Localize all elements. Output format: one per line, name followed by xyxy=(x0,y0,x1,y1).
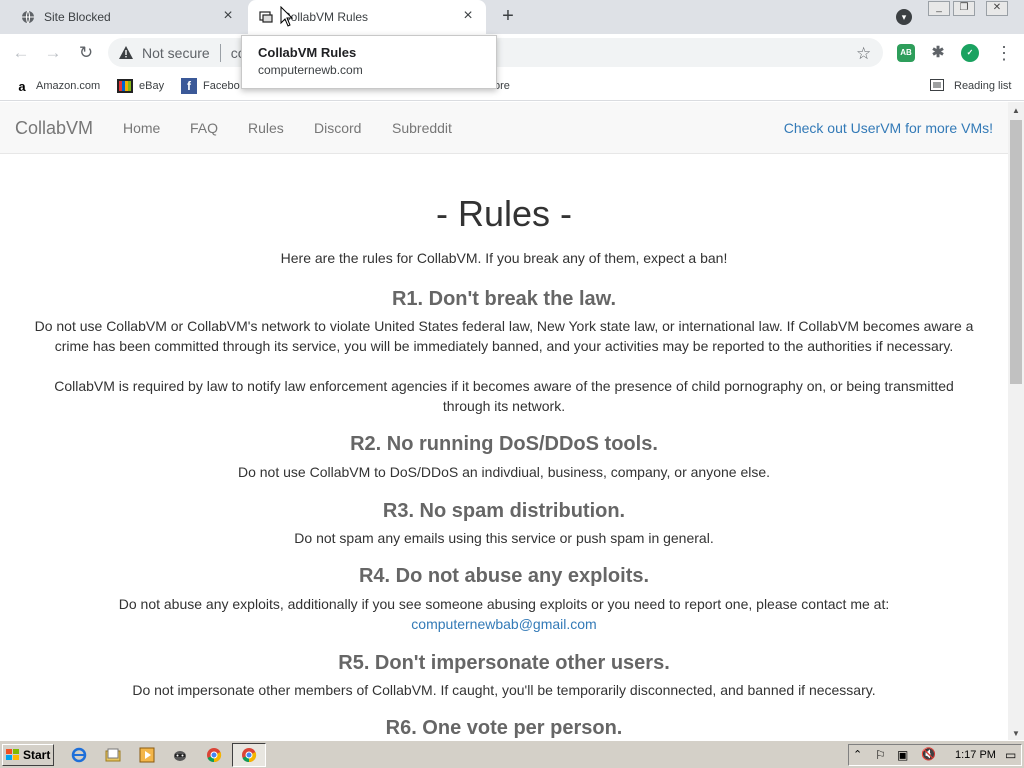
windows-taskbar: Start ⌃ ⚐ ▣ 🔇 1:17 PM ▭ xyxy=(0,740,1024,768)
extensions-puzzle-icon[interactable]: ✱ xyxy=(929,44,947,62)
close-window-button[interactable]: ✕ xyxy=(986,1,1008,16)
not-secure-label[interactable]: Not secure xyxy=(142,45,210,61)
hover-card-title: CollabVM Rules xyxy=(258,45,357,60)
tab-title: CollabVM Rules xyxy=(282,10,369,24)
tray-expand-icon[interactable]: ⌃ xyxy=(853,748,862,761)
ebay-icon xyxy=(117,78,133,94)
rule-text: Do not use CollabVM or CollabVM's networ… xyxy=(34,318,974,354)
bookmark-amazon[interactable]: a Amazon.com xyxy=(14,77,100,95)
rule-2: R2. No running DoS/DDoS tools. Do not us… xyxy=(0,431,1008,482)
site-navbar: CollabVM Home FAQ Rules Discord Subreddi… xyxy=(0,102,1008,154)
nav-discord-link[interactable]: Discord xyxy=(314,120,361,136)
mouse-cursor-icon xyxy=(280,5,294,33)
tab-strip: Site Blocked × CollabVM Rules × + ▾ _ ❐ … xyxy=(0,0,1024,34)
facebook-icon: f xyxy=(181,78,197,94)
network-icon[interactable]: ▣ xyxy=(897,748,908,762)
back-button[interactable]: ← xyxy=(10,42,32,64)
close-icon[interactable]: × xyxy=(460,8,476,25)
taskbar-active-chrome[interactable] xyxy=(232,743,266,767)
rules-intro: Here are the rules for CollabVM. If you … xyxy=(280,250,728,266)
restore-button[interactable]: ❐ xyxy=(953,1,975,16)
system-tray: ⌃ ⚐ ▣ 🔇 1:17 PM ▭ xyxy=(848,744,1022,766)
screen: Site Blocked × CollabVM Rules × + ▾ _ ❐ … xyxy=(0,0,1024,768)
close-icon[interactable]: × xyxy=(220,8,236,25)
scroll-down-icon[interactable]: ▼ xyxy=(1012,729,1020,738)
bookmark-label: eBay xyxy=(139,80,165,92)
flag-icon[interactable]: ⚐ xyxy=(875,748,886,762)
scrollbar-thumb[interactable] xyxy=(1010,120,1022,384)
reading-list-label: Reading list xyxy=(954,80,1012,92)
rules-content: - Rules - Here are the rules for CollabV… xyxy=(0,154,1008,740)
tab-title: Site Blocked xyxy=(44,10,111,24)
volume-muted-icon[interactable]: 🔇 xyxy=(921,747,936,761)
internet-explorer-icon[interactable] xyxy=(70,746,88,764)
rule-title: R5. Don't impersonate other users. xyxy=(338,652,670,674)
bookmark-label: Facebo xyxy=(203,80,240,92)
collabvm-icon xyxy=(258,9,274,25)
tab-search-icon[interactable]: ▾ xyxy=(896,9,912,25)
chrome-icon xyxy=(241,747,257,768)
rule-text: Do not impersonate other members of Coll… xyxy=(132,682,876,698)
media-player-icon[interactable] xyxy=(138,746,156,764)
minimize-button[interactable]: _ xyxy=(928,1,950,16)
rule-5: R5. Don't impersonate other users. Do no… xyxy=(0,650,1008,700)
browser-toolbar: ← → ↻ Not secure co ☆ AB ✱ ✓ ⋮ xyxy=(0,34,1024,72)
hover-card-url: computernewb.com xyxy=(258,63,363,77)
bookmark-facebook[interactable]: f Facebo xyxy=(181,77,240,95)
browser-menu-icon[interactable]: ⋮ xyxy=(995,42,1013,64)
rule-1: R1. Don't break the law. Do not use Coll… xyxy=(0,286,1008,416)
bookmark-ebay[interactable]: eBay xyxy=(117,77,164,95)
bookmark-label: Amazon.com xyxy=(36,80,101,92)
contact-email-link[interactable]: computernewbab@gmail.com xyxy=(411,616,596,632)
tab-site-blocked[interactable]: Site Blocked × xyxy=(8,0,246,34)
globe-icon xyxy=(20,9,36,25)
nav-subreddit-link[interactable]: Subreddit xyxy=(392,120,452,136)
reading-list-button[interactable]: Reading list xyxy=(930,77,1011,95)
divider xyxy=(219,43,221,62)
bookmarks-bar: a Amazon.com eBay f Facebo ore Reading l… xyxy=(0,72,1024,101)
amazon-icon: a xyxy=(18,78,26,94)
web-page: CollabVM Home FAQ Rules Discord Subreddi… xyxy=(0,102,1008,740)
reading-list-icon xyxy=(930,79,946,93)
forward-button[interactable]: → xyxy=(42,42,64,64)
rule-text: Do not abuse any exploits, additionally … xyxy=(118,596,890,612)
scroll-up-icon[interactable]: ▲ xyxy=(1012,106,1020,115)
rule-text: CollabVM is required by law to notify la… xyxy=(54,378,954,414)
rule-title: R4. Do not abuse any exploits. xyxy=(358,565,650,587)
warning-icon xyxy=(118,45,134,61)
nav-faq-link[interactable]: FAQ xyxy=(190,120,218,136)
rule-title: R3. No spam distribution. xyxy=(382,500,626,522)
reload-button[interactable]: ↻ xyxy=(75,42,97,64)
clock[interactable]: 1:17 PM xyxy=(955,749,996,761)
rule-title: R2. No running DoS/DDoS tools. xyxy=(350,433,658,455)
rule-3: R3. No spam distribution. Do not spam an… xyxy=(0,498,1008,548)
shield-extension-icon[interactable]: ✓ xyxy=(961,44,979,62)
nav-rules-link[interactable]: Rules xyxy=(248,120,284,136)
start-label: Start xyxy=(23,748,51,762)
raccoon-app-icon[interactable] xyxy=(171,746,189,764)
contact-line: computernewbab@gmail.com xyxy=(0,614,1008,634)
nav-home-link[interactable]: Home xyxy=(123,120,160,136)
rule-6: R6. One vote per person. xyxy=(0,715,1008,740)
new-tab-button[interactable]: + xyxy=(498,6,518,27)
show-desktop-icon[interactable]: ▭ xyxy=(1005,748,1016,762)
page-scrollbar[interactable]: ▲ ▼ xyxy=(1008,102,1024,740)
adblock-extension-icon[interactable]: AB xyxy=(897,44,915,62)
rule-4: R4. Do not abuse any exploits. Do not ab… xyxy=(0,563,1008,634)
rule-text: Do not use CollabVM to DoS/DDoS an indiv… xyxy=(237,464,771,480)
rule-title: R6. One vote per person. xyxy=(385,717,623,739)
explorer-folder-icon[interactable] xyxy=(104,746,122,764)
windows-flag-icon xyxy=(6,749,20,761)
page-title: - Rules - xyxy=(435,193,573,234)
tab-hover-card: CollabVM Rules computernewb.com xyxy=(241,35,497,89)
rule-text: Do not spam any emails using this servic… xyxy=(294,530,714,546)
rule-title: R1. Don't break the law. xyxy=(391,288,617,310)
chrome-icon[interactable] xyxy=(205,746,223,764)
site-brand-link[interactable]: CollabVM xyxy=(15,118,93,139)
start-button[interactable]: Start xyxy=(2,744,54,766)
uservm-link[interactable]: Check out UserVM for more VMs! xyxy=(784,120,993,136)
bookmark-star-icon[interactable]: ☆ xyxy=(856,44,871,64)
